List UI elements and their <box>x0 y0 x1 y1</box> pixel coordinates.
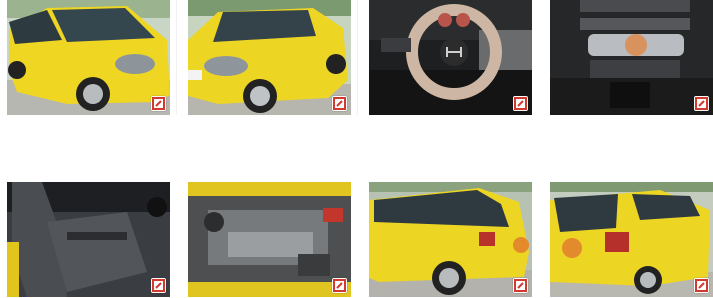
thumbnail-engine-bay[interactable] <box>188 182 351 297</box>
divider <box>176 0 177 115</box>
thumbnail-rear-exterior[interactable] <box>550 182 713 297</box>
interior-photo <box>369 0 532 115</box>
watermark-logo-icon <box>694 96 709 111</box>
interior-photo <box>550 0 713 115</box>
thumbnail-steering-wheel-dashboard[interactable] <box>369 0 532 115</box>
watermark-logo-icon <box>151 96 166 111</box>
car-photo <box>7 0 170 115</box>
thumbnail-front-seats[interactable] <box>7 182 170 297</box>
thumbnail-front-right-exterior[interactable] <box>188 0 351 115</box>
interior-photo <box>7 182 170 297</box>
thumbnail-front-left-exterior[interactable] <box>7 0 170 115</box>
thumbnail-center-console-controls[interactable] <box>550 0 713 115</box>
photo-gallery <box>0 0 713 298</box>
watermark-logo-icon <box>513 96 528 111</box>
car-photo <box>369 182 532 297</box>
divider <box>357 0 358 115</box>
watermark-logo-icon <box>694 278 709 293</box>
thumbnail-side-rear-exterior[interactable] <box>369 182 532 297</box>
watermark-logo-icon <box>151 278 166 293</box>
engine-photo <box>188 182 351 297</box>
watermark-logo-icon <box>332 278 347 293</box>
car-photo <box>188 0 351 115</box>
car-photo <box>550 182 713 297</box>
watermark-logo-icon <box>332 96 347 111</box>
watermark-logo-icon <box>513 278 528 293</box>
